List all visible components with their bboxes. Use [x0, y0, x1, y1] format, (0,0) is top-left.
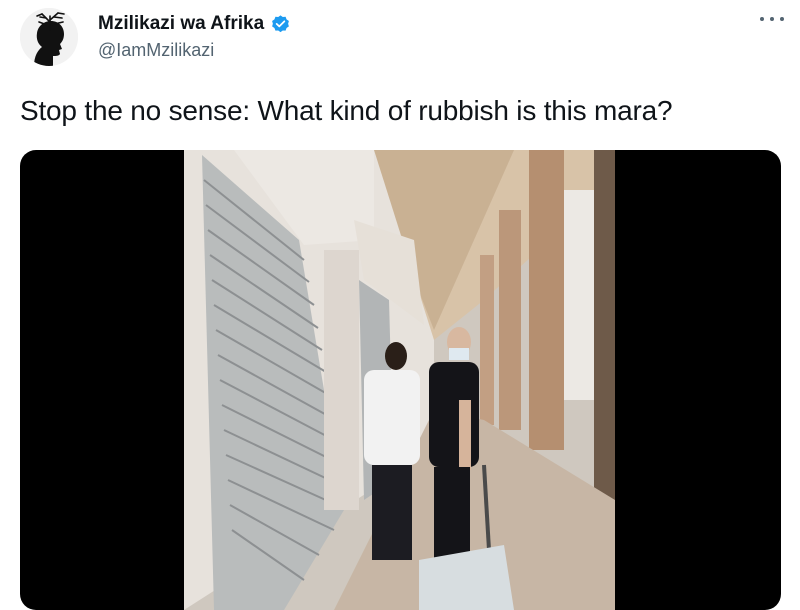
- verified-badge-icon: [270, 14, 291, 35]
- author-name-row: Mzilikazi wa Afrika: [98, 13, 291, 35]
- video-frame: [184, 150, 615, 610]
- tweet-text: Stop the no sense: What kind of rubbish …: [20, 95, 673, 126]
- author-avatar[interactable]: [20, 8, 78, 66]
- tree-head-avatar-icon: [20, 8, 78, 66]
- author-display-name[interactable]: Mzilikazi wa Afrika: [98, 13, 264, 35]
- video-player[interactable]: [20, 150, 781, 610]
- more-horizontal-icon[interactable]: [760, 10, 784, 28]
- author-handle[interactable]: @IamMzilikazi: [98, 40, 214, 61]
